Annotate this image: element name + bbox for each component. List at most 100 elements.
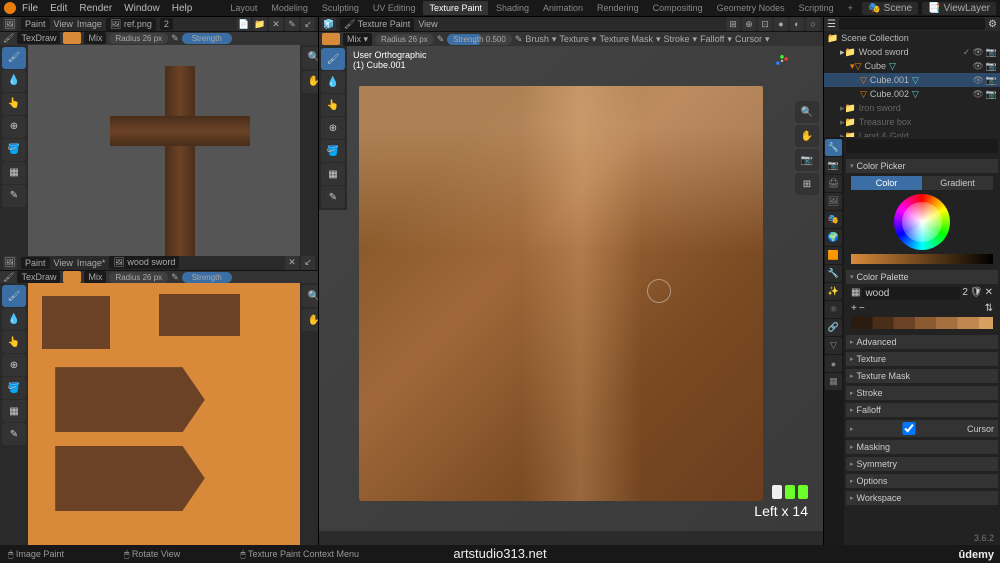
tool-soften[interactable]: 💧 [2, 70, 26, 92]
section-advanced[interactable]: Advanced [846, 335, 998, 349]
render-icon[interactable]: 📷 [986, 47, 997, 58]
ul-x-icon[interactable]: ✕ [269, 17, 283, 31]
section-options[interactable]: Options [846, 474, 998, 488]
ul-radius[interactable]: Radius 26 px [109, 33, 168, 44]
ul-open-icon[interactable]: 📁 [253, 17, 267, 31]
mid-stroke-menu[interactable]: Stroke [664, 34, 690, 44]
menu-help[interactable]: Help [172, 3, 193, 14]
section-symmetry[interactable]: Symmetry [846, 457, 998, 471]
palette-fake-user-icon[interactable]: 🛡 [970, 287, 983, 300]
palette-remove-icon[interactable]: − [859, 303, 865, 314]
mid-shading-matprev-icon[interactable]: ◐ [790, 17, 804, 31]
mid-blend[interactable]: Mix ▾ [343, 33, 372, 46]
exclude-icon[interactable]: ✓ [963, 47, 971, 58]
section-falloff[interactable]: Falloff [846, 403, 998, 417]
eye-icon[interactable]: 👁 [972, 75, 983, 86]
mid-texmask-menu[interactable]: Texture Mask [599, 34, 653, 44]
mid-shading-solid-icon[interactable]: ● [774, 17, 788, 31]
ll-image-name[interactable]: 🖼 wood sword [109, 256, 179, 269]
scene-selector[interactable]: 🎭Scene [862, 2, 918, 15]
mid-tool-draw[interactable]: 🖌 [321, 48, 345, 70]
prop-tab-mesh[interactable]: ▽ [825, 337, 842, 354]
mid-falloff-menu[interactable]: Falloff [700, 34, 724, 44]
ll-tool-soften[interactable]: 💧 [2, 308, 26, 330]
tab-geometrynodes[interactable]: Geometry Nodes [711, 1, 791, 15]
ll-uv-view[interactable] [28, 283, 300, 545]
palette-swatches[interactable] [851, 317, 993, 329]
menu-window[interactable]: Window [124, 3, 160, 14]
props-search[interactable] [846, 139, 998, 153]
outliner-filter-icon[interactable]: ⚙ [988, 19, 997, 30]
mid-gizmo-icon[interactable]: ⊕ [742, 17, 756, 31]
ul-image-menu[interactable]: Image [77, 19, 102, 29]
section-colorpicker[interactable]: Color Picker [846, 159, 998, 173]
eye-icon[interactable]: 👁 [972, 89, 983, 100]
ll-editor-type-icon[interactable]: 🖼 [3, 256, 17, 270]
section-workspace[interactable]: Workspace [846, 491, 998, 505]
mid-radius[interactable]: Radius 26 px [375, 34, 434, 45]
menu-edit[interactable]: Edit [50, 3, 67, 14]
outliner-scene-collection[interactable]: 📁Scene Collection [824, 31, 1000, 45]
palette-x-icon[interactable]: ✕ [985, 287, 993, 300]
mid-tool-fill[interactable]: 🪣 [321, 140, 345, 162]
prop-tab-tool[interactable]: 🔧 [825, 139, 842, 156]
mid-tool-annotate[interactable]: ✎ [321, 186, 345, 208]
tab-modeling[interactable]: Modeling [265, 1, 314, 15]
section-stroke[interactable]: Stroke [846, 386, 998, 400]
tab-compositing[interactable]: Compositing [647, 1, 709, 15]
tool-annotate[interactable]: ✎ [2, 185, 26, 207]
prop-tab-output[interactable]: 🖨 [825, 175, 842, 192]
prop-tab-physics[interactable]: ⚛ [825, 301, 842, 318]
palette-add-icon[interactable]: + [851, 303, 857, 314]
outliner-row[interactable]: ▽Cube.002▽👁📷 [824, 87, 1000, 101]
mid-overlay-icon[interactable]: ⊞ [726, 17, 740, 31]
tool-draw[interactable]: 🖌 [2, 47, 26, 69]
tool-clone[interactable]: ⊕ [2, 116, 26, 138]
ul-pin-icon[interactable]: ✎ [285, 17, 299, 31]
prop-tab-view[interactable]: 🖼 [825, 193, 842, 210]
ll-view-menu[interactable]: View [54, 258, 73, 268]
section-cursor[interactable]: Cursor [846, 420, 998, 437]
prop-tab-modifier[interactable]: 🔧 [825, 265, 842, 282]
outliner-row[interactable]: ▸📁Treasure box [824, 115, 1000, 129]
prop-tab-render[interactable]: 📷 [825, 157, 842, 174]
color-value-slider[interactable] [851, 254, 993, 264]
mid-tool-soften[interactable]: 💧 [321, 71, 345, 93]
palette-browse-icon[interactable]: ▦ [851, 287, 860, 300]
ul-image-name[interactable]: 🖼 ref.png [106, 18, 156, 31]
section-masking[interactable]: Masking [846, 440, 998, 454]
prop-tab-world[interactable]: 🌍 [825, 229, 842, 246]
ll-radius-pressure-icon[interactable]: ✎ [171, 272, 179, 283]
mid-editor-type-icon[interactable]: 🧊 [322, 17, 336, 31]
tab-sculpting[interactable]: Sculpting [316, 1, 365, 15]
prop-tab-texture[interactable]: ▦ [825, 373, 842, 390]
outliner-row[interactable]: ▸📁Wood sword✓👁📷 [824, 45, 1000, 59]
mid-color-swatch[interactable] [322, 33, 340, 45]
nav-gizmo[interactable] [775, 54, 815, 94]
menu-file[interactable]: File [22, 3, 38, 14]
ul-mode[interactable]: Paint [21, 18, 50, 30]
mid-tool-clone[interactable]: ⊕ [321, 117, 345, 139]
mid-radius-pressure-icon[interactable]: ✎ [437, 34, 445, 45]
viewlayer-selector[interactable]: 📑ViewLayer [922, 2, 996, 15]
mid-mode[interactable]: 🖌 Texture Paint [340, 18, 414, 31]
ll-arrow-icon[interactable]: ↙ [301, 256, 315, 270]
ll-image-menu[interactable]: Image* [77, 258, 106, 268]
mid-zoom-icon[interactable]: 🔍 [795, 101, 819, 123]
outliner-row[interactable]: ▸📁Land & Gold [824, 129, 1000, 137]
palette-sort-icon[interactable]: ⇅ [985, 303, 993, 314]
prop-tab-material[interactable]: ● [825, 355, 842, 372]
mid-shading-wire-icon[interactable]: ⊡ [758, 17, 772, 31]
render-icon[interactable]: 📷 [986, 89, 997, 100]
ll-tool-smear[interactable]: 👆 [2, 331, 26, 353]
ll-tool-fill[interactable]: 🪣 [2, 377, 26, 399]
cursor-checkbox[interactable] [857, 422, 961, 435]
prop-tab-particle[interactable]: ✨ [825, 283, 842, 300]
mid-view-menu[interactable]: View [418, 19, 437, 29]
mid-strength-pressure-icon[interactable]: ✎ [515, 34, 523, 45]
tab-uvediting[interactable]: UV Editing [367, 1, 422, 15]
ul-new-icon[interactable]: 📄 [237, 17, 251, 31]
tab-scripting[interactable]: Scripting [793, 1, 840, 15]
tab-layout[interactable]: Layout [224, 1, 263, 15]
colorpicker-gradient-tab[interactable]: Gradient [922, 176, 993, 190]
